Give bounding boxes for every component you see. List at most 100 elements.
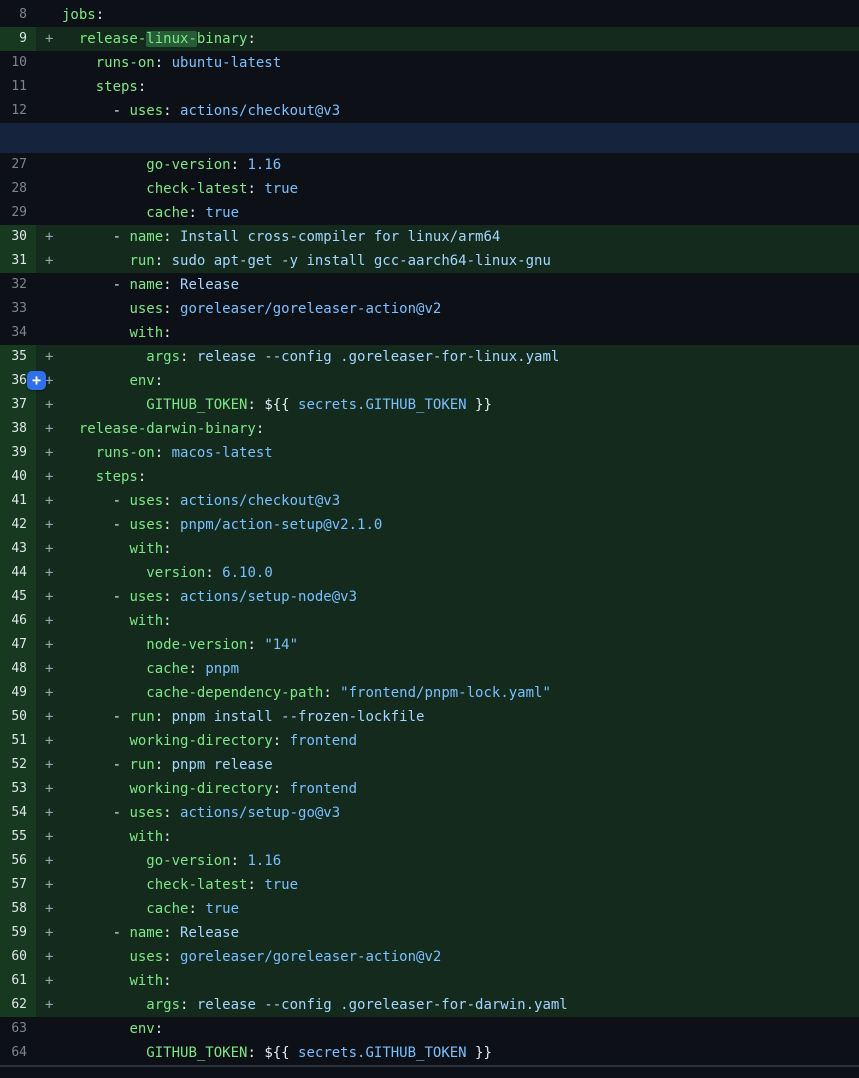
code-line: GITHUB_TOKEN: ${{ secrets.GITHUB_TOKEN }… — [62, 1041, 859, 1065]
line-number[interactable]: 10 — [0, 51, 36, 75]
diff-row: 40 + steps: — [0, 465, 859, 489]
line-number[interactable]: 61 — [0, 969, 36, 993]
code-segment: }} — [467, 397, 492, 413]
line-number[interactable]: 8 — [0, 3, 36, 27]
code-line: run: sudo apt-get -y install gcc-aarch64… — [62, 249, 859, 273]
line-number[interactable]: 35 — [0, 345, 36, 369]
line-number[interactable]: 30 — [0, 225, 36, 249]
code-segment: Install cross-compiler for linux/arm64 — [180, 229, 500, 245]
line-number[interactable]: 33 — [0, 297, 36, 321]
code-segment: : — [155, 709, 172, 725]
line-number[interactable]: 51 — [0, 729, 36, 753]
code-segment: : — [155, 445, 172, 461]
diff-row: 38 + release-darwin-binary: — [0, 417, 859, 441]
code-segment: : — [155, 757, 172, 773]
diff-row: 52 + - run: pnpm release — [0, 753, 859, 777]
diff-row: 29 cache: true — [0, 201, 859, 225]
code-segment: : — [273, 781, 290, 797]
line-number[interactable]: 27 — [0, 153, 36, 177]
line-number[interactable]: 62 — [0, 993, 36, 1017]
line-number[interactable]: 40 — [0, 465, 36, 489]
line-number[interactable]: 11 — [0, 75, 36, 99]
code-segment: - — [62, 805, 129, 821]
line-number[interactable]: 34 — [0, 321, 36, 345]
code-segment: : — [163, 973, 171, 989]
line-number[interactable]: 55 — [0, 825, 36, 849]
code-line: check-latest: true — [62, 873, 859, 897]
code-segment: check-latest — [146, 877, 247, 893]
line-number[interactable]: 49 — [0, 681, 36, 705]
line-number[interactable]: 57 — [0, 873, 36, 897]
line-number[interactable]: 28 — [0, 177, 36, 201]
line-number[interactable]: 63 — [0, 1017, 36, 1041]
code-line: with: — [62, 609, 859, 633]
code-line: version: 6.10.0 — [62, 561, 859, 585]
code-segment: goreleaser/goreleaser-action@v2 — [180, 301, 441, 317]
line-number[interactable]: 45 — [0, 585, 36, 609]
add-comment-button[interactable]: + — [27, 371, 46, 390]
code-segment: - — [62, 925, 129, 941]
line-number[interactable]: 37 — [0, 393, 36, 417]
code-segment: actions/setup-node@v3 — [180, 589, 357, 605]
code-segment: : — [188, 661, 205, 677]
line-number[interactable]: 42 — [0, 513, 36, 537]
expand-hunk-bar[interactable] — [0, 123, 859, 153]
line-number[interactable]: 53 — [0, 777, 36, 801]
line-number[interactable]: 9 — [0, 27, 36, 51]
diff-row: 12 - uses: actions/checkout@v3 — [0, 99, 859, 123]
code-segment: with — [129, 973, 163, 989]
line-number[interactable]: 50 — [0, 705, 36, 729]
line-number[interactable]: 47 — [0, 633, 36, 657]
code-segment: name — [129, 229, 163, 245]
line-number[interactable]: 52 — [0, 753, 36, 777]
line-number[interactable]: 43 — [0, 537, 36, 561]
code-segment: : — [163, 589, 180, 605]
diff-row: 35 + args: release --config .goreleaser-… — [0, 345, 859, 369]
code-segment: uses — [129, 493, 163, 509]
diff-row: 9 + release-linux-binary: — [0, 27, 859, 51]
code-segment: with — [129, 829, 163, 845]
code-line: with: — [62, 969, 859, 993]
line-number[interactable]: 46 — [0, 609, 36, 633]
code-segment: : — [163, 325, 171, 341]
line-number[interactable]: 44 — [0, 561, 36, 585]
diff-marker: + — [36, 825, 62, 849]
line-number[interactable]: 54 — [0, 801, 36, 825]
code-line: go-version: 1.16 — [62, 153, 859, 177]
line-number[interactable]: 31 — [0, 249, 36, 273]
line-number[interactable]: 48 — [0, 657, 36, 681]
code-segment — [62, 565, 146, 581]
diff-marker: + — [36, 609, 62, 633]
diff-row: 34 with: — [0, 321, 859, 345]
line-number[interactable]: 58 — [0, 897, 36, 921]
line-number[interactable]: 12 — [0, 99, 36, 123]
code-segment — [62, 349, 146, 365]
code-segment: frontend — [290, 781, 357, 797]
code-line: - uses: actions/checkout@v3 — [62, 99, 859, 123]
diff-marker: + — [36, 777, 62, 801]
line-number[interactable]: 39 — [0, 441, 36, 465]
line-number[interactable]: 32 — [0, 273, 36, 297]
code-segment: : — [256, 421, 264, 437]
line-number[interactable]: 38 — [0, 417, 36, 441]
code-segment: cache — [146, 901, 188, 917]
code-segment: true — [205, 901, 239, 917]
code-segment: : — [163, 925, 180, 941]
code-segment: run — [129, 253, 154, 269]
line-number[interactable]: 60 — [0, 945, 36, 969]
line-number[interactable]: 59 — [0, 921, 36, 945]
line-number[interactable]: 29 — [0, 201, 36, 225]
code-segment: : — [163, 517, 180, 533]
line-number[interactable]: 64 — [0, 1041, 36, 1065]
line-number[interactable]: 41 — [0, 489, 36, 513]
diff-row: 62 + args: release --config .goreleaser-… — [0, 993, 859, 1017]
code-segment: true — [264, 877, 298, 893]
code-segment — [62, 661, 146, 677]
line-number[interactable]: 56 — [0, 849, 36, 873]
code-segment: uses — [129, 103, 163, 119]
code-segment: actions/checkout@v3 — [180, 493, 340, 509]
diff-marker: + — [36, 897, 62, 921]
code-segment: : — [155, 1021, 163, 1037]
code-segment — [62, 253, 129, 269]
code-line: steps: — [62, 465, 859, 489]
